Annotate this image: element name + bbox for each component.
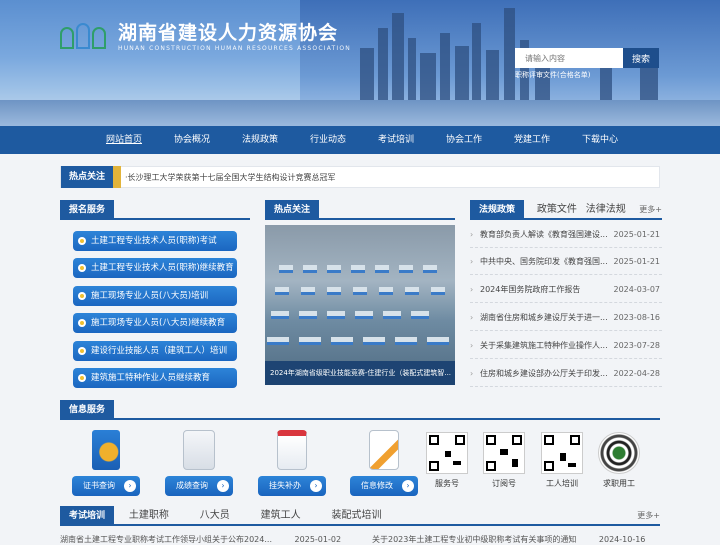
- tab-eight-staff[interactable]: 八大员: [200, 506, 230, 526]
- hot-focus-title: 热点关注: [265, 200, 320, 220]
- signup-item[interactable]: 施工现场专业人员(八大员)继续教育: [73, 313, 237, 333]
- river: [0, 100, 720, 126]
- news-item[interactable]: › 教育部负责人解读《教育强国建设... 2025-01-21: [470, 222, 662, 248]
- association-logo-icon: [60, 21, 108, 49]
- nav-home[interactable]: 网站首页: [90, 126, 158, 154]
- signup-section-header: 报名服务: [60, 200, 250, 220]
- arrow-right-icon: ›: [310, 480, 322, 492]
- arrow-right-icon: ›: [402, 480, 414, 492]
- arrow-right-icon: ›: [217, 480, 229, 492]
- certificate-search-icon: [92, 430, 120, 470]
- bullet-icon: [78, 264, 86, 272]
- chevron-right-icon: ›: [470, 313, 474, 322]
- hot-news-link[interactable]: ·长沙理工大学荣获第十七届全国大学生结构设计竞赛总冠军: [125, 172, 336, 183]
- bullet-icon: [78, 374, 86, 382]
- signup-item[interactable]: 施工现场专业人员(八大员)培训: [73, 286, 237, 306]
- chevron-right-icon: ›: [470, 285, 474, 294]
- news-item[interactable]: › 湖南省住房和城乡建设厅关于进一... 2023-08-16: [470, 305, 662, 331]
- info-title: 信息服务: [60, 400, 115, 420]
- signup-title: 报名服务: [60, 200, 115, 220]
- edit-document-icon: [369, 430, 399, 470]
- chevron-right-icon: ›: [470, 341, 474, 350]
- signup-item[interactable]: 建筑施工特种作业人员继续教育: [73, 368, 237, 388]
- signup-item[interactable]: 土建工程专业技术人员(职称)考试: [73, 231, 237, 251]
- tab-exam-training[interactable]: 考试培训: [60, 506, 115, 526]
- bullet-icon: [78, 319, 86, 327]
- news-item[interactable]: › 关于采集建筑施工特种作业操作人... 2023-07-28: [470, 333, 662, 359]
- bullet-icon: [78, 237, 86, 245]
- info-edit-button[interactable]: 信息修改 ›: [350, 476, 418, 496]
- header-banner: 湖南省建设人力资源协会 HUNAN CONSTRUCTION HUMAN RES…: [0, 0, 720, 126]
- hot-news-ticker: 热点关注 ·长沙理工大学荣获第十七届全国大学生结构设计竞赛总冠军: [60, 166, 660, 188]
- bullet-icon: [78, 347, 86, 355]
- info-edit-card[interactable]: 信息修改 ›: [350, 430, 418, 518]
- tab-policy-documents[interactable]: 政策文件: [537, 200, 577, 220]
- report-document-icon: [183, 430, 215, 470]
- nav-about[interactable]: 协会概况: [158, 126, 226, 154]
- signup-item[interactable]: 建设行业技能人员（建筑工人）培训: [73, 341, 237, 361]
- tab-laws[interactable]: 法律法规: [586, 200, 626, 220]
- tab-construction-workers[interactable]: 建筑工人: [261, 506, 301, 526]
- policy-section-header: 法规政策 政策文件 法律法规 更多+: [470, 200, 662, 220]
- score-query-card[interactable]: 成绩查询 ›: [165, 430, 233, 518]
- competition-photo[interactable]: 2024年湖南省级职业技能竞赛-住建行业（装配式建筑智...: [265, 225, 455, 385]
- search-input[interactable]: [515, 48, 623, 68]
- lost-replacement-button[interactable]: 挂失补办 ›: [258, 476, 326, 496]
- exam-section-header: 考试培训 土建职称 八大员 建筑工人 装配式培训 更多+: [60, 506, 660, 526]
- qr-code-icon: [426, 432, 468, 474]
- nav-party-work[interactable]: 党建工作: [498, 126, 566, 154]
- arrow-right-icon: ›: [124, 480, 136, 492]
- chevron-right-icon: ›: [470, 369, 474, 378]
- search-hint-link[interactable]: 职称评审文件(合格名单): [515, 70, 590, 80]
- tab-prefab-training[interactable]: 装配式培训: [332, 506, 382, 526]
- exam-more-link[interactable]: 更多+: [637, 510, 660, 521]
- news-item[interactable]: › 住房和城乡建设部办公厅关于印发... 2022-04-28: [470, 361, 662, 387]
- info-section-header: 信息服务: [60, 400, 660, 420]
- chevron-right-icon: ›: [470, 257, 474, 266]
- signup-item[interactable]: 土建工程专业技术人员(职称)继续教育: [73, 258, 237, 278]
- hot-focus-section-header: 热点关注: [265, 200, 455, 220]
- score-query-button[interactable]: 成绩查询 ›: [165, 476, 233, 496]
- qr-label: 订阅号: [492, 479, 516, 488]
- site-title: 湖南省建设人力资源协会: [118, 22, 339, 44]
- tab-civil-title[interactable]: 土建职称: [129, 506, 169, 526]
- bullet-icon: [78, 292, 86, 300]
- qr-code-icon: [541, 432, 583, 474]
- qr-label: 求职用工: [603, 479, 635, 488]
- search-button[interactable]: 搜索: [623, 48, 659, 68]
- mini-program-code-icon: [598, 432, 640, 474]
- nav-policy[interactable]: 法规政策: [226, 126, 294, 154]
- nav-industry-news[interactable]: 行业动态: [294, 126, 362, 154]
- tab-policy[interactable]: 法规政策: [470, 200, 525, 220]
- certificate-query-button[interactable]: 证书查询 ›: [72, 476, 140, 496]
- chevron-right-icon: ›: [470, 230, 474, 239]
- search-bar: 搜索: [515, 48, 659, 68]
- nav-downloads[interactable]: 下载中心: [566, 126, 634, 154]
- site-logo[interactable]: 湖南省建设人力资源协会 HUNAN CONSTRUCTION HUMAN RES…: [60, 18, 351, 52]
- qr-code-icon: [483, 432, 525, 474]
- news-item[interactable]: › 2024年国务院政府工作报告 2024-03-07: [470, 277, 662, 303]
- document-icon: [277, 430, 307, 470]
- certificate-query-card[interactable]: 证书查询 ›: [72, 430, 140, 518]
- site-subtitle: HUNAN CONSTRUCTION HUMAN RESOURCES ASSOC…: [118, 45, 351, 52]
- ticker-accent: [113, 166, 121, 188]
- nav-association-work[interactable]: 协会工作: [430, 126, 498, 154]
- qr-label: 工人培训: [546, 479, 578, 488]
- lost-replacement-card[interactable]: 挂失补办 ›: [258, 430, 326, 518]
- qr-label: 服务号: [435, 479, 459, 488]
- nav-exam-training[interactable]: 考试培训: [362, 126, 430, 154]
- photo-caption[interactable]: 2024年湖南省级职业技能竞赛-住建行业（装配式建筑智...: [265, 361, 455, 385]
- hot-news-label: 热点关注: [61, 166, 113, 188]
- main-nav: 网站首页 协会概况 法规政策 行业动态 考试培训 协会工作 党建工作 下载中心: [0, 126, 720, 154]
- news-item[interactable]: › 中共中央、国务院印发《教育强国... 2025-01-21: [470, 249, 662, 275]
- policy-more-link[interactable]: 更多+: [639, 204, 662, 215]
